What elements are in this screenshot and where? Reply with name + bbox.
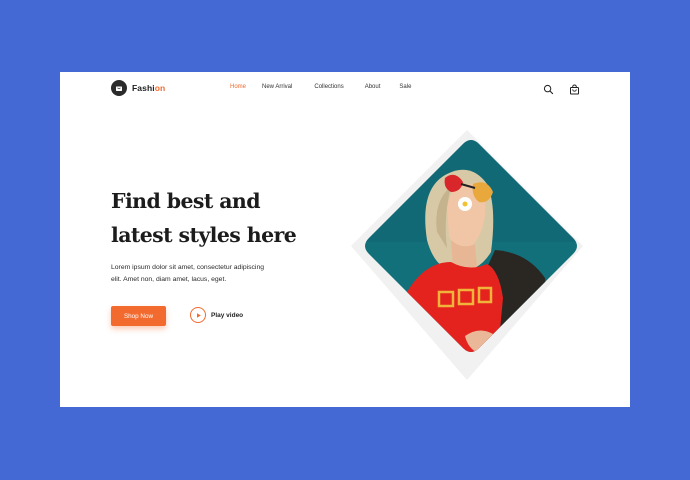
nav-item-about[interactable]: About	[365, 84, 381, 90]
hero-image	[351, 130, 583, 380]
hero-description-line1: Lorem ipsum dolor sit amet, consectetur …	[111, 264, 264, 271]
search-icon[interactable]	[543, 82, 554, 95]
nav-item-collections[interactable]: Collections	[314, 84, 343, 90]
nav-item-home[interactable]: Home	[230, 84, 246, 90]
hero-title: Find best and latest styles here	[111, 184, 351, 252]
hero-description-line2: elit. Amet non, diam amet, lacus, eget.	[111, 276, 227, 283]
hero-description: Lorem ipsum dolor sit amet, consectetur …	[111, 262, 311, 286]
brand-logo[interactable]: Fashion	[111, 80, 165, 96]
brand-name-part1: Fashi	[132, 83, 155, 93]
nav-item-new-arrival[interactable]: New Arrival	[262, 84, 292, 90]
cart-icon[interactable]	[569, 82, 580, 95]
hero-title-line1: Find best and	[111, 189, 261, 213]
play-video-label: Play video	[211, 311, 244, 319]
brand-name-part2: on	[154, 83, 166, 93]
shopping-bag-icon	[111, 80, 127, 96]
brand-name: Fashion	[132, 83, 165, 93]
landing-page-card: Fashion Home New Arrival Collections Abo…	[60, 72, 630, 407]
hero-title-line2: latest styles here	[111, 223, 297, 247]
main-nav: Home New Arrival Collections About Sale	[230, 84, 411, 90]
shop-now-button[interactable]: Shop Now	[111, 306, 166, 326]
play-icon[interactable]	[190, 307, 206, 323]
play-video-button[interactable]: Play video	[190, 307, 243, 323]
nav-item-sale[interactable]: Sale	[399, 84, 411, 90]
